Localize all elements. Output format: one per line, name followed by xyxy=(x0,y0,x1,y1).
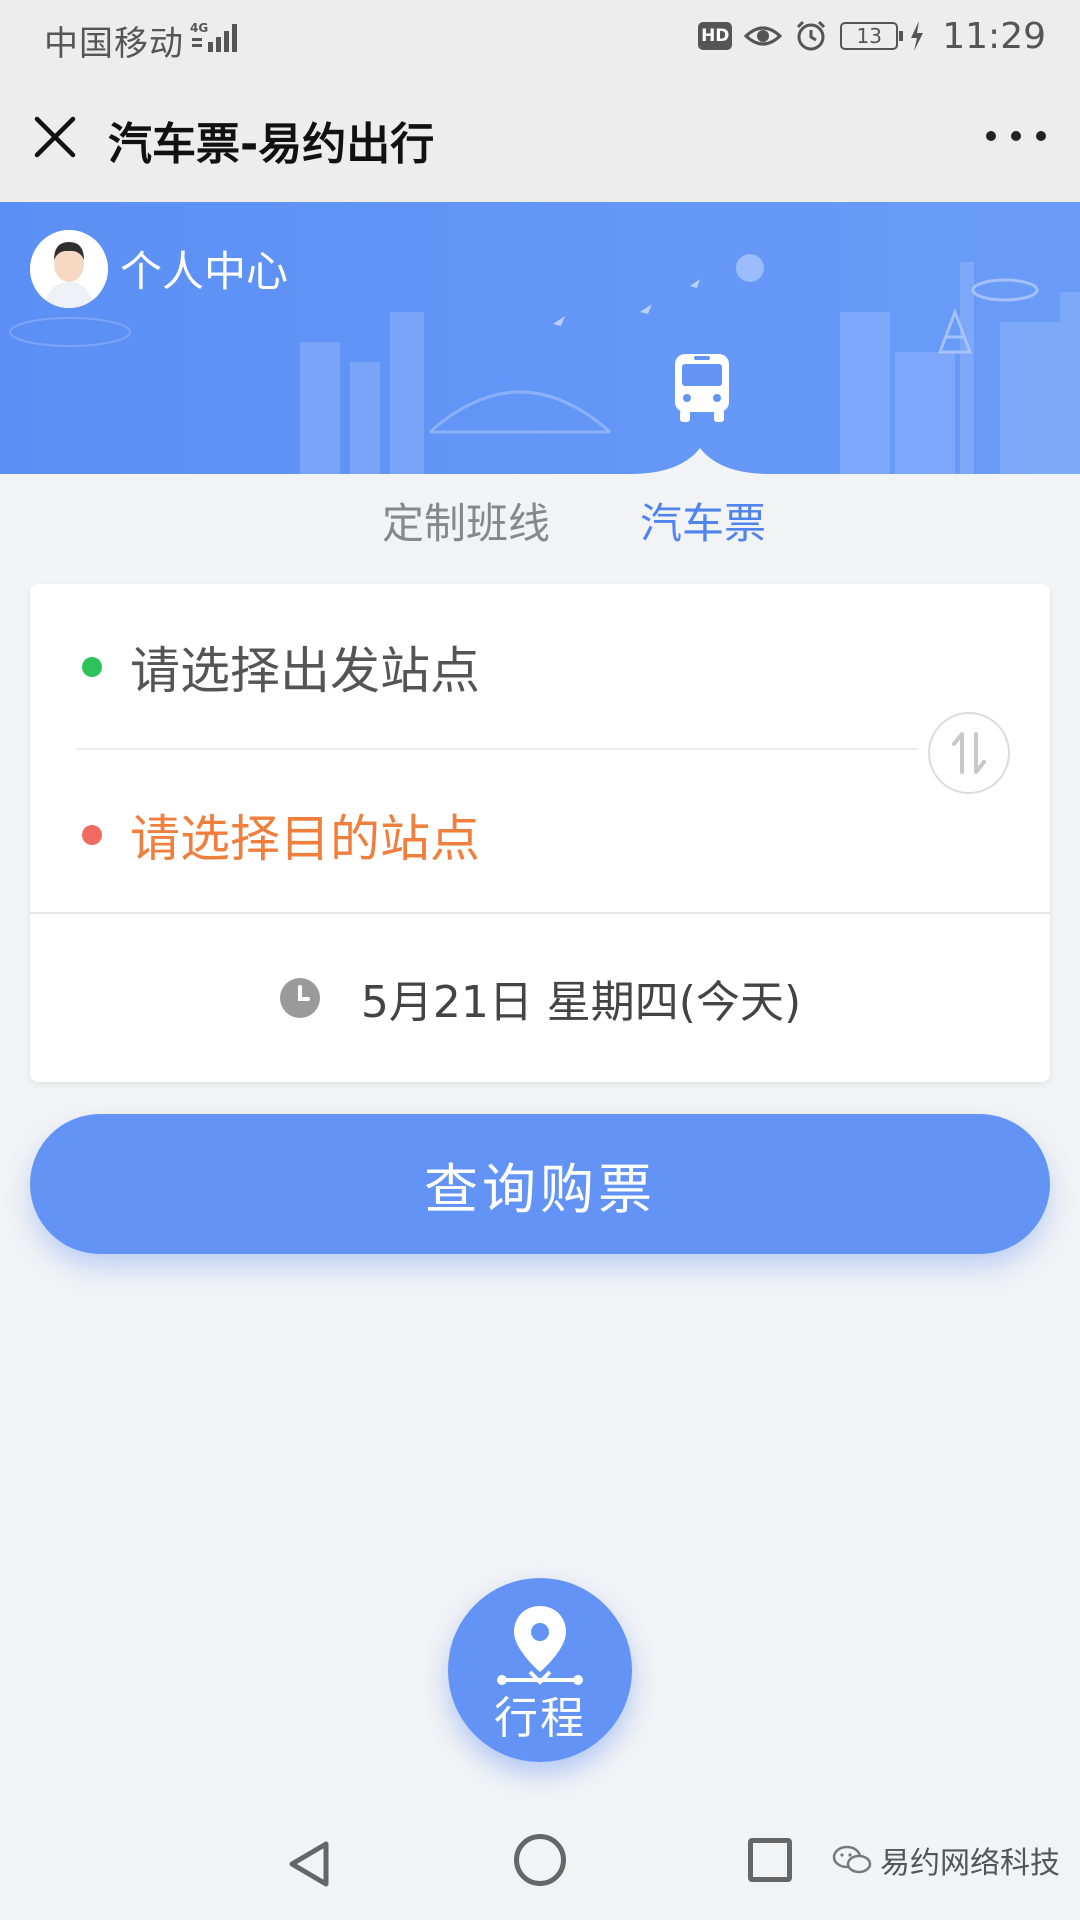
avatar[interactable] xyxy=(30,230,108,308)
clock-icon xyxy=(279,978,320,1018)
dot xyxy=(986,131,996,141)
ticket-search-card: 请选择出发站点 请选择目的站点 5月21日 星期四(今天) xyxy=(30,584,1050,1082)
nav-bar: 汽车票-易约出行 xyxy=(0,76,1080,202)
user-center-link[interactable]: 个人中心 xyxy=(120,238,288,299)
status-bar: 中国移动 4G HD 13 11:29 xyxy=(0,0,1080,76)
page-title: 汽车票-易约出行 xyxy=(108,119,435,170)
signal-4g-icon: 4G xyxy=(190,21,237,52)
departure-station-selector[interactable]: 请选择出发站点 xyxy=(30,592,890,742)
watermark: 易约网络科技 xyxy=(832,1838,1060,1882)
trip-button[interactable]: 行程 xyxy=(448,1578,632,1762)
trip-label: 行程 xyxy=(494,1693,586,1744)
departure-placeholder: 请选择出发站点 xyxy=(130,642,480,700)
swap-stations-button[interactable] xyxy=(928,712,1010,794)
watermark-text: 易约网络科技 xyxy=(880,1846,1060,1881)
swap-arrows-icon xyxy=(952,732,986,774)
charging-icon xyxy=(911,21,924,51)
dot xyxy=(1011,131,1021,141)
date-selector[interactable]: 5月21日 星期四(今天) xyxy=(30,914,1050,1082)
search-tickets-button[interactable]: 查询购票 xyxy=(30,1114,1050,1254)
bus-icon xyxy=(675,354,729,422)
more-menu-button[interactable] xyxy=(986,116,1046,156)
departure-dot xyxy=(82,657,102,677)
eye-icon xyxy=(744,26,783,46)
travel-date: 5月21日 星期四(今天) xyxy=(360,977,802,1028)
carrier-label: 中国移动 xyxy=(44,24,184,64)
hd-badge: HD xyxy=(698,22,733,50)
user-avatar-icon xyxy=(30,230,108,308)
divider xyxy=(76,748,918,750)
dot xyxy=(1036,131,1046,141)
destination-placeholder: 请选择目的站点 xyxy=(130,810,480,868)
recent-apps-icon[interactable] xyxy=(748,1838,792,1882)
battery-indicator: 13 xyxy=(840,22,904,50)
status-time: 11:29 xyxy=(942,15,1046,57)
status-icons: HD 13 11:29 xyxy=(698,14,1046,58)
wechat-icon xyxy=(832,1845,872,1874)
header-banner: 个人中心 xyxy=(0,202,1080,474)
system-nav-bar: 易约网络科技 xyxy=(0,1808,1080,1920)
destination-station-selector[interactable]: 请选择目的站点 xyxy=(30,760,890,910)
tab-bar: 定制班线 汽车票 xyxy=(0,474,1080,574)
svg-text:4G: 4G xyxy=(190,21,208,35)
close-icon[interactable] xyxy=(30,112,80,162)
destination-dot xyxy=(82,825,102,845)
home-circle-icon[interactable] xyxy=(514,1834,566,1886)
back-triangle-icon[interactable] xyxy=(282,1836,338,1892)
alarm-icon xyxy=(797,20,826,51)
tab-bus-ticket[interactable]: 汽车票 xyxy=(640,490,766,551)
tab-custom-route[interactable]: 定制班线 xyxy=(382,490,550,551)
